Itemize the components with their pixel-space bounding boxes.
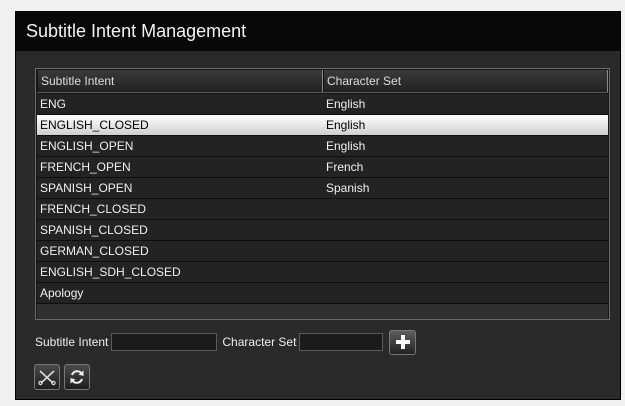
cell-character-set: [323, 199, 608, 219]
table-row[interactable]: ENGLISH_SDH_CLOSED: [37, 262, 608, 283]
subtitle-intent-dialog: Subtitle Intent Management Subtitle Inte…: [15, 11, 621, 400]
cell-character-set: [323, 220, 608, 240]
cell-subtitle-intent: ENG: [40, 97, 67, 111]
dialog-title: Subtitle Intent Management: [16, 12, 620, 51]
table-row[interactable]: Apology: [37, 283, 608, 304]
cell-character-set: English: [326, 97, 366, 111]
plus-icon: [395, 335, 410, 349]
cell-character-set: English: [326, 118, 366, 132]
cell-character-set: [323, 262, 608, 282]
cell-subtitle-intent: FRENCH_OPEN: [40, 160, 131, 174]
scissors-icon: [38, 370, 56, 386]
table-row[interactable]: SPANISH_OPEN Spanish: [37, 178, 608, 199]
column-header-character-set[interactable]: Character Set: [323, 70, 608, 92]
column-header-subtitle-intent[interactable]: Subtitle Intent: [37, 70, 323, 92]
cell-subtitle-intent: ENGLISH_OPEN: [40, 139, 134, 153]
table-header: Subtitle Intent Character Set: [37, 70, 608, 93]
delete-button[interactable]: [34, 364, 60, 390]
add-button[interactable]: [389, 329, 417, 355]
table-row[interactable]: FRENCH_OPEN French: [37, 157, 608, 178]
table-row-selected[interactable]: ENGLISH_CLOSED English: [37, 115, 608, 136]
cell-character-set: English: [326, 139, 366, 153]
cell-subtitle-intent: GERMAN_CLOSED: [40, 244, 149, 258]
cell-subtitle-intent: SPANISH_CLOSED: [40, 223, 148, 237]
table-empty-area: [37, 304, 608, 319]
cell-subtitle-intent: ENGLISH_CLOSED: [40, 118, 149, 132]
cell-subtitle-intent: Apology: [40, 286, 84, 300]
table-row[interactable]: GERMAN_CLOSED: [37, 241, 608, 262]
add-intent-form: Subtitle Intent Character Set: [35, 329, 417, 355]
subtitle-intent-label: Subtitle Intent: [35, 335, 109, 349]
intent-table: Subtitle Intent Character Set ENG Englis…: [35, 68, 610, 320]
table-row[interactable]: SPANISH_CLOSED: [37, 220, 608, 241]
table-row[interactable]: FRENCH_CLOSED: [37, 199, 608, 220]
table-row[interactable]: ENG English: [37, 94, 608, 115]
cell-character-set: Spanish: [326, 181, 370, 195]
refresh-button[interactable]: [64, 364, 90, 390]
subtitle-intent-input[interactable]: [111, 333, 218, 351]
cell-subtitle-intent: FRENCH_CLOSED: [40, 202, 147, 216]
cell-subtitle-intent: ENGLISH_SDH_CLOSED: [40, 265, 181, 279]
character-set-input[interactable]: [299, 333, 384, 351]
refresh-icon: [70, 370, 84, 384]
character-set-label: Character Set: [222, 335, 297, 349]
cell-character-set: French: [326, 160, 364, 174]
cell-character-set: [323, 241, 608, 261]
cell-character-set: [323, 283, 608, 303]
cell-subtitle-intent: SPANISH_OPEN: [40, 181, 133, 195]
table-row[interactable]: ENGLISH_OPEN English: [37, 136, 608, 157]
